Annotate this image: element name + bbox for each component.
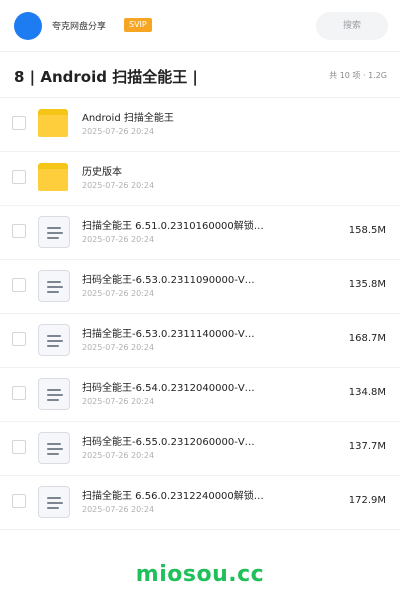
item-size: 158.5M (348, 225, 386, 236)
item-size: 168.7M (348, 333, 386, 344)
item-name: 历史版本 (82, 167, 122, 178)
list-item[interactable]: 扫码全能王-6.54.0.2312040000-V… 2025-07-26 20… (0, 368, 400, 422)
folder-meta: 共 10 项 · 1.2G (329, 71, 387, 80)
row-checkbox[interactable] (12, 440, 26, 454)
item-name: 扫描全能王 6.56.0.2312240000解锁… (82, 491, 264, 502)
page-title: 8 | Android 扫描全能王 | (14, 68, 198, 86)
list-item[interactable]: 扫描全能王 6.51.0.2310160000解锁… 2025-07-26 20… (0, 206, 400, 260)
item-size: 135.8M (348, 279, 386, 290)
item-date: 2025-07-26 20:24 (82, 181, 155, 190)
list-item[interactable]: 扫描全能王-6.53.0.2311140000-V… 2025-07-26 20… (0, 314, 400, 368)
item-date: 2025-07-26 20:24 (82, 127, 155, 136)
file-list: Android 扫描全能王 2025-07-26 20:24 历史版本 2025… (0, 98, 400, 530)
row-checkbox[interactable] (12, 116, 26, 130)
item-name: 扫码全能王-6.54.0.2312040000-V… (82, 383, 255, 394)
row-checkbox[interactable] (12, 332, 26, 346)
site-name: 夸克网盘分享 (52, 22, 107, 32)
file-icon (38, 432, 70, 464)
row-checkbox[interactable] (12, 224, 26, 238)
row-checkbox[interactable] (12, 278, 26, 292)
file-icon (38, 486, 70, 518)
item-name: 扫码全能王-6.53.0.2311090000-V… (82, 275, 255, 286)
svip-badge: SVIP (124, 18, 152, 32)
item-date: 2025-07-26 20:24 (82, 397, 155, 406)
list-item[interactable]: 扫码全能王-6.55.0.2312060000-V… 2025-07-26 20… (0, 422, 400, 476)
list-item[interactable]: 扫码全能王-6.53.0.2311090000-V… 2025-07-26 20… (0, 260, 400, 314)
file-icon (38, 324, 70, 356)
file-icon (38, 270, 70, 302)
folder-icon (38, 162, 70, 194)
item-name: 扫码全能王-6.55.0.2312060000-V… (82, 437, 255, 448)
search-input[interactable]: 搜索 (316, 12, 388, 40)
top-bar: 夸克网盘分享 SVIP 搜索 (0, 0, 400, 52)
row-checkbox[interactable] (12, 494, 26, 508)
item-size: 137.7M (348, 441, 386, 452)
item-date: 2025-07-26 20:24 (82, 235, 155, 244)
item-size: 134.8M (348, 387, 386, 398)
file-icon (38, 378, 70, 410)
item-size: 172.9M (348, 495, 386, 506)
item-date: 2025-07-26 20:24 (82, 343, 155, 352)
list-item[interactable]: Android 扫描全能王 2025-07-26 20:24 (0, 98, 400, 152)
folder-header: 8 | Android 扫描全能王 | 共 10 项 · 1.2G (0, 52, 400, 98)
row-checkbox[interactable] (12, 170, 26, 184)
item-date: 2025-07-26 20:24 (82, 505, 155, 514)
avatar[interactable] (14, 12, 42, 40)
item-date: 2025-07-26 20:24 (82, 451, 155, 460)
item-name: 扫描全能王 6.51.0.2310160000解锁… (82, 221, 264, 232)
list-item[interactable]: 历史版本 2025-07-26 20:24 (0, 152, 400, 206)
item-date: 2025-07-26 20:24 (82, 289, 155, 298)
item-name: Android 扫描全能王 (82, 113, 174, 124)
folder-icon (38, 108, 70, 140)
item-name: 扫描全能王-6.53.0.2311140000-V… (82, 329, 255, 340)
row-checkbox[interactable] (12, 386, 26, 400)
list-item[interactable]: 扫描全能王 6.56.0.2312240000解锁… 2025-07-26 20… (0, 476, 400, 530)
watermark: miosou.cc (135, 562, 265, 587)
file-icon (38, 216, 70, 248)
